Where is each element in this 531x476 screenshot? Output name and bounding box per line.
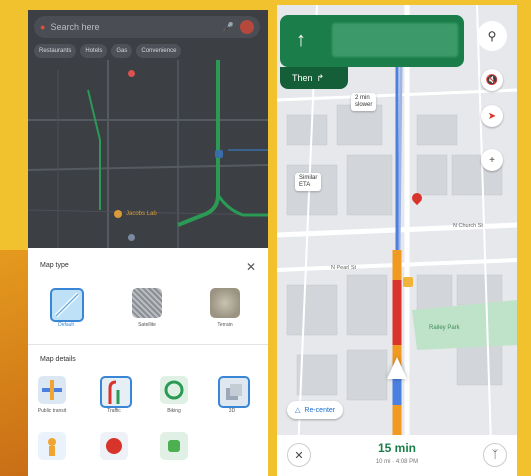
recenter-label: Re-center (304, 406, 336, 414)
poi-marker-icon[interactable] (114, 210, 122, 218)
callout-similar-line2: ETA (299, 182, 311, 189)
detail-3d-label: 3D (228, 408, 236, 414)
detail-wildfires[interactable] (100, 432, 128, 460)
air-quality-icon (168, 440, 180, 452)
mute-icon[interactable]: 🔇 (481, 69, 503, 91)
street-label-pearl: N Pearl St (331, 265, 357, 271)
detail-transit[interactable] (38, 376, 66, 404)
map-type-satellite-label: Satellite (138, 322, 156, 328)
callout-slower-line1: 2 min (355, 95, 370, 101)
close-icon[interactable]: ✕ (246, 260, 256, 274)
routes-icon[interactable]: ᛉ (483, 443, 507, 467)
search-bar[interactable]: ● Search here 🎤 (34, 16, 260, 38)
turn-arrow-icon: ↑ (296, 29, 306, 51)
map-pin-icon[interactable] (128, 70, 135, 77)
map-type-default-label: Default (58, 322, 74, 328)
route-callout-slower[interactable]: 2 min slower (351, 93, 377, 112)
detail-traffic[interactable] (100, 376, 132, 408)
wildfire-icon (106, 438, 122, 454)
recenter-icon: △ (295, 407, 301, 414)
detail-biking-label: Biking (167, 408, 181, 414)
detail-air-quality[interactable] (160, 432, 188, 460)
search-input[interactable]: Search here (50, 22, 222, 32)
map-type-title: Map type (40, 262, 69, 269)
callout-slower-line2: slower (355, 102, 373, 109)
trip-summary: ✕ 15 min 10 mi · 4:08 PM ᛉ (277, 435, 517, 476)
navigation-screen: ↑ Then ↱ ⚲ 🔇 ➤ + 2 min slower Similar ET… (277, 5, 517, 476)
compass-icon[interactable]: ➤ (481, 105, 503, 127)
biking-layer-icon (164, 380, 184, 400)
chip-convenience[interactable]: Convenience (136, 44, 182, 58)
layers-sheet: Map type ✕ Default Satellite Terrain Map… (28, 248, 268, 476)
route-callout-similar[interactable]: Similar ETA (295, 173, 322, 192)
detail-biking[interactable] (160, 376, 188, 404)
map-type-default[interactable] (50, 288, 84, 322)
map-type-terrain[interactable] (210, 288, 240, 318)
eta-time: 15 min (377, 441, 416, 455)
callout-similar-line1: Similar (299, 175, 318, 181)
recenter-button[interactable]: △ Re-center (287, 401, 344, 419)
map-type-satellite[interactable] (132, 288, 162, 318)
mic-icon[interactable]: 🎤 (223, 22, 234, 33)
street-label-church: N Church St (453, 223, 483, 229)
detail-3d[interactable] (218, 376, 250, 408)
detail-traffic-label: Traffic (107, 408, 121, 414)
turn-banner[interactable]: ↑ (280, 15, 464, 67)
detail-street-view[interactable] (38, 432, 66, 460)
park-label: Railey Park (429, 325, 460, 331)
street-name-redacted (332, 23, 458, 57)
chip-restaurants[interactable]: Restaurants (34, 44, 77, 58)
then-label: Then (292, 73, 313, 83)
traffic-layer-icon (108, 380, 120, 404)
search-icon[interactable]: ⚲ (477, 21, 507, 51)
report-icon[interactable]: + (481, 149, 503, 171)
avatar[interactable] (240, 20, 254, 34)
divider (28, 344, 268, 345)
turn-right-icon: ↱ (316, 72, 325, 83)
dark-map[interactable]: ● Search here 🎤 Restaurants Hotels Gas C… (28, 10, 268, 248)
location-icon (128, 234, 135, 241)
map-details-title: Map details (40, 356, 76, 363)
next-turn[interactable]: Then ↱ (280, 67, 348, 89)
category-chips: Restaurants Hotels Gas Convenience (34, 44, 182, 58)
default-map-icon (54, 292, 80, 318)
transit-icon (215, 150, 223, 158)
3d-layer-icon (226, 384, 242, 400)
street-view-icon (48, 438, 56, 456)
chip-gas[interactable]: Gas (111, 44, 133, 58)
eta-detail: 10 mi · 4:08 PM (375, 459, 419, 465)
pin-logo-icon: ● (40, 22, 46, 32)
map-type-terrain-label: Terrain (217, 322, 233, 328)
poi-label: Jacobs Lab (126, 211, 157, 217)
maps-layers-screen: ● Search here 🎤 Restaurants Hotels Gas C… (28, 10, 268, 476)
incident-icon[interactable] (403, 277, 413, 287)
navigation-arrow-icon (387, 357, 407, 379)
detail-transit-label: Public transit (37, 408, 67, 414)
chip-hotels[interactable]: Hotels (80, 44, 108, 58)
transit-layer-icon (42, 380, 62, 400)
